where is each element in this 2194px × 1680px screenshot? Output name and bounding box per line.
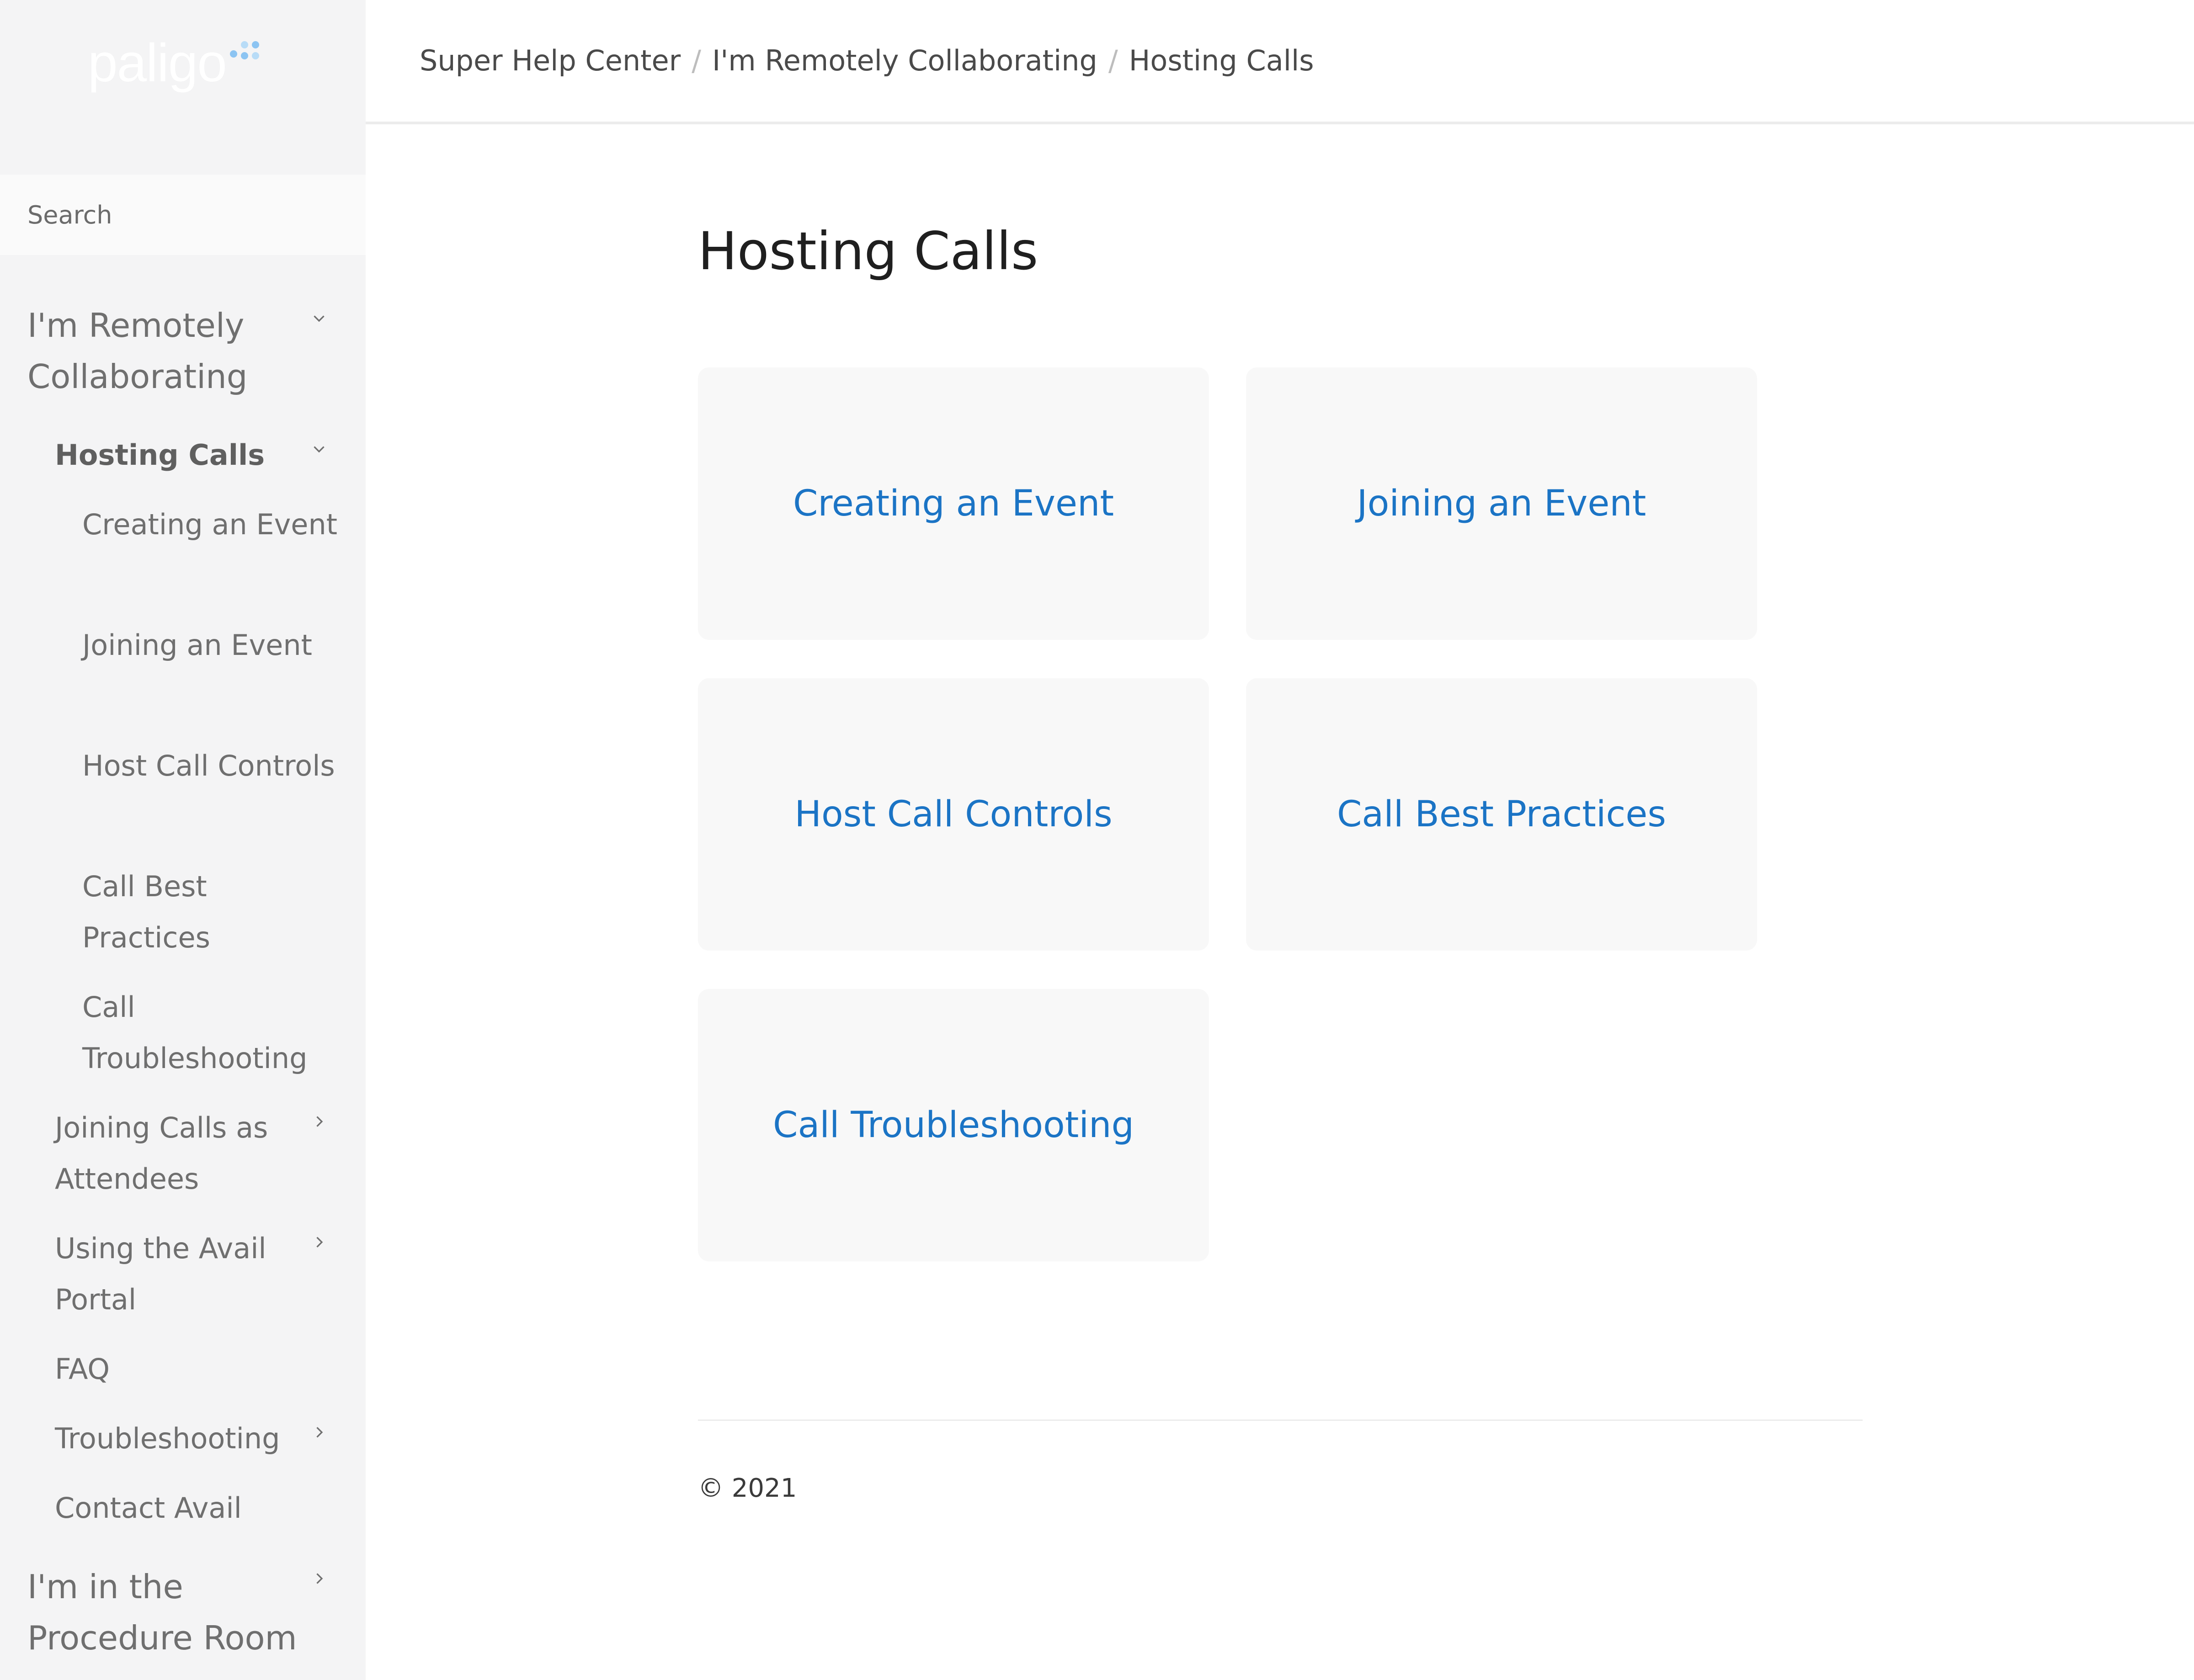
sidebar-item-avail-portal[interactable]: Using the Avail Portal [55, 1223, 311, 1325]
chevron-down-icon[interactable] [311, 310, 327, 326]
chevron-right-icon[interactable] [311, 1424, 327, 1441]
sidebar-item-remotely-collaborating[interactable]: I'm Remotely Collaborating [27, 300, 311, 402]
sidebar-item-creating-event[interactable]: Creating an Event [82, 499, 338, 550]
footer-divider [698, 1419, 1863, 1421]
sidebar-item-joining-event[interactable]: Joining an Event [82, 620, 338, 671]
page-title: Hosting Calls [698, 221, 1038, 282]
card-host-call-controls[interactable]: Host Call Controls [698, 678, 1209, 951]
card-link[interactable]: Creating an Event [793, 483, 1114, 524]
sidebar-item-contact-avail[interactable]: Contact Avail [55, 1483, 311, 1534]
sidebar-item-procedure-room[interactable]: I'm in the Procedure Room [27, 1561, 311, 1664]
sidebar-item-hosting-calls[interactable]: Hosting Calls [55, 430, 311, 481]
card-link[interactable]: Call Best Practices [1337, 794, 1666, 835]
sidebar-item-call-best-practices[interactable]: Call Best Practices [82, 861, 338, 963]
breadcrumb-separator: / [1108, 44, 1118, 77]
card-joining-event[interactable]: Joining an Event [1246, 367, 1757, 640]
logo-text: paligo [88, 33, 227, 93]
breadcrumb-item-home[interactable]: Super Help Center [420, 44, 681, 77]
sidebar-item-joining-calls[interactable]: Joining Calls as Attendees [55, 1102, 311, 1205]
chevron-down-icon[interactable] [311, 441, 327, 457]
paligo-logo[interactable]: paligo [88, 31, 280, 95]
sidebar: paligo I'm Remotely Collaborating Hostin… [0, 0, 366, 1680]
card-link[interactable]: Joining an Event [1357, 483, 1646, 524]
chevron-right-icon[interactable] [311, 1234, 327, 1250]
card-link[interactable]: Host Call Controls [794, 794, 1112, 835]
card-link[interactable]: Call Troubleshooting [773, 1105, 1134, 1146]
chevron-right-icon[interactable] [311, 1570, 327, 1587]
sidebar-item-faq[interactable]: FAQ [55, 1344, 311, 1395]
top-header: Super Help Center / I'm Remotely Collabo… [366, 0, 2194, 124]
breadcrumb-separator: / [692, 44, 701, 77]
breadcrumb-item-current: Hosting Calls [1129, 44, 1314, 77]
sidebar-item-call-troubleshooting[interactable]: Call Troubleshooting [82, 982, 338, 1084]
breadcrumb-item-section[interactable]: I'm Remotely Collaborating [712, 44, 1097, 77]
card-creating-event[interactable]: Creating an Event [698, 367, 1209, 640]
breadcrumb: Super Help Center / I'm Remotely Collabo… [420, 44, 1314, 77]
card-call-best-practices[interactable]: Call Best Practices [1246, 678, 1757, 951]
footer-copyright: © 2021 [698, 1473, 797, 1503]
sidebar-item-troubleshooting[interactable]: Troubleshooting [55, 1413, 311, 1464]
search-input[interactable] [0, 175, 366, 255]
logo-dots-icon [229, 41, 259, 59]
chevron-right-icon[interactable] [311, 1113, 327, 1130]
card-call-troubleshooting[interactable]: Call Troubleshooting [698, 989, 1209, 1261]
sidebar-item-host-call-controls[interactable]: Host Call Controls [82, 740, 338, 792]
